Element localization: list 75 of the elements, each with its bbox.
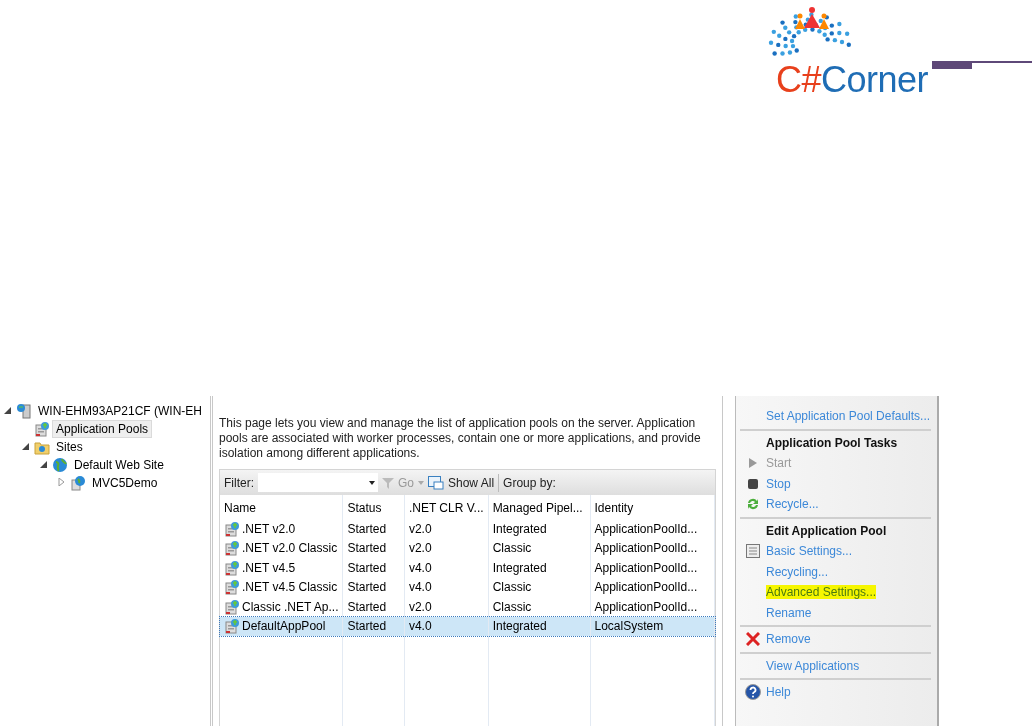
- table-cell: v2.0: [408, 599, 432, 614]
- tree-item[interactable]: Sites: [52, 438, 87, 456]
- table-cell: Classic: [492, 580, 532, 595]
- tree-item[interactable]: WIN-EHM93AP21CF (WIN-EH: [34, 402, 206, 420]
- table-cell: Classic: [492, 541, 532, 556]
- app-pool-icon: [224, 598, 240, 615]
- table-cell: ApplicationPoolId...: [594, 521, 698, 536]
- table-cell: .NET v2.0 Classic: [242, 541, 338, 556]
- column-header[interactable]: Identity: [590, 495, 715, 519]
- column-header[interactable]: Managed Pipel...: [488, 495, 590, 519]
- tree-item[interactable]: MVC5Demo: [88, 474, 162, 492]
- app-pool-icon: [224, 618, 240, 635]
- filter-label: Filter:: [224, 475, 254, 490]
- logo-text: C#Corner: [775, 62, 928, 98]
- table-cell: v4.0: [408, 619, 432, 634]
- show-all-button[interactable]: Show All: [448, 475, 495, 490]
- column-header[interactable]: .NET CLR V...: [404, 495, 489, 519]
- folder-icon: [34, 439, 50, 455]
- table-cell: .NET v4.5 Classic: [242, 580, 338, 595]
- action-link[interactable]: View Applications: [766, 658, 860, 673]
- table-cell: Integrated: [492, 521, 547, 536]
- app-pool-icon: [224, 520, 240, 537]
- app-pool-icon: [224, 540, 240, 557]
- table-cell: v2.0: [408, 541, 432, 556]
- table-cell: .NET v4.5: [242, 560, 296, 575]
- tree-item[interactable]: Default Web Site: [70, 456, 168, 474]
- table-cell: Started: [347, 560, 387, 575]
- app-pool-icon: [224, 559, 240, 576]
- table-cell: ApplicationPoolId...: [594, 580, 698, 595]
- help-icon: [745, 684, 761, 701]
- table-cell: v4.0: [408, 580, 432, 595]
- table-cell: ApplicationPoolId...: [594, 599, 698, 614]
- table-cell: v4.0: [408, 560, 432, 575]
- table-cell: Started: [347, 521, 387, 536]
- table-row[interactable]: .NET v2.0 Classic Started v2.0 Classic ApplicationPoolId...: [220, 538, 715, 558]
- refresh-icon: [746, 497, 760, 512]
- section-heading: Edit Application Pool: [766, 523, 887, 538]
- table-cell: Started: [347, 619, 387, 634]
- web-app-icon: [70, 475, 86, 491]
- server-icon: [16, 403, 32, 419]
- filter-field[interactable]: [258, 473, 378, 492]
- section-heading: Application Pool Tasks: [766, 435, 898, 450]
- table-cell: ApplicationPoolId...: [594, 541, 698, 556]
- table-cell: .NET v2.0: [242, 521, 296, 536]
- table-cell: Started: [347, 599, 387, 614]
- table-cell: Integrated: [492, 619, 547, 634]
- stop-icon: [748, 478, 758, 489]
- table-row[interactable]: .NET v4.5 Started v4.0 Integrated ApplicationPoolId...: [220, 558, 715, 578]
- tree-item[interactable]: Application Pools: [52, 420, 153, 438]
- table-cell: Classic .NET Ap...: [242, 599, 339, 614]
- table-cell: Integrated: [492, 560, 547, 575]
- action-link[interactable]: Advanced Settings...: [766, 585, 877, 600]
- app-pool-icon: [34, 421, 50, 437]
- table-cell: Started: [347, 541, 387, 556]
- table-cell: Classic: [492, 599, 532, 614]
- table-row[interactable]: .NET v2.0 Started v2.0 Integrated ApplicationPoolId...: [220, 519, 715, 539]
- group-by-button[interactable]: Group by:: [503, 475, 556, 490]
- column-header[interactable]: Name: [220, 495, 343, 519]
- globe-icon: [52, 457, 68, 473]
- table-cell: ApplicationPoolId...: [594, 560, 698, 575]
- funnel-icon: [382, 476, 394, 489]
- table-cell: v2.0: [408, 521, 432, 536]
- column-header[interactable]: Status: [343, 495, 405, 519]
- table-row[interactable]: .NET v4.5 Classic Started v4.0 Classic ApplicationPoolId...: [220, 577, 715, 597]
- play-icon: [749, 458, 757, 469]
- table-cell: Started: [347, 580, 387, 595]
- app-pool-icon: [224, 579, 240, 596]
- show-all-icon: [428, 475, 444, 490]
- table-cell: DefaultAppPool: [242, 619, 326, 634]
- description-text: This page lets you view and manage the list of application pools on the server. Application pools are associated with worker processes, contain one or more applications, and provide isolation among different applications.: [219, 416, 702, 461]
- table-cell: LocalSystem: [594, 619, 664, 634]
- close-icon: [746, 632, 760, 647]
- dropdown-arrow-icon: [369, 480, 375, 485]
- table-row[interactable]: DefaultAppPool Started v4.0 Integrated LocalSystem: [220, 616, 715, 636]
- settings-icon: [746, 543, 760, 559]
